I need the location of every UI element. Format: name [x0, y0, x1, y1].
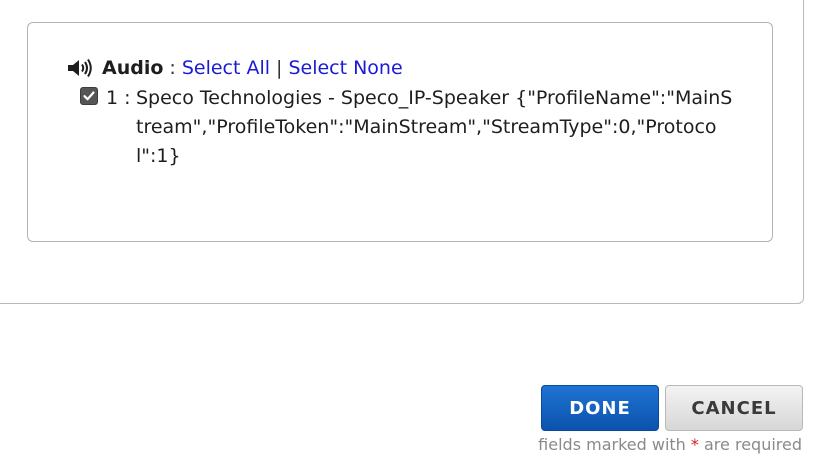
done-button[interactable]: DONE — [541, 385, 659, 431]
link-divider: | — [276, 57, 283, 79]
audio-title: Audio — [102, 57, 164, 79]
audio-title-separator: : — [169, 57, 176, 79]
required-fields-note: fields marked with * are required — [538, 434, 802, 456]
audio-header: Audio : Select All | Select None — [66, 55, 403, 81]
checkmark-icon — [83, 91, 95, 101]
select-all-link[interactable]: Select All — [182, 57, 270, 79]
item-description: Speco Technologies - Speco_IP-Speaker {"… — [136, 87, 733, 167]
required-note-suffix: are required — [704, 435, 802, 454]
required-note-prefix: fields marked with — [538, 435, 686, 454]
cancel-button[interactable]: CANCEL — [665, 385, 803, 431]
list-item: 1 : Speco Technologies - Speco_IP-Speake… — [80, 84, 750, 171]
select-none-link[interactable]: Select None — [288, 57, 402, 79]
item-checkbox[interactable] — [80, 87, 98, 105]
dialog-page: Audio : Select All | Select None 1 : Spe… — [0, 0, 820, 456]
required-star: * — [690, 435, 699, 454]
item-index: 1 : — [106, 87, 131, 109]
speaker-icon — [68, 58, 92, 78]
